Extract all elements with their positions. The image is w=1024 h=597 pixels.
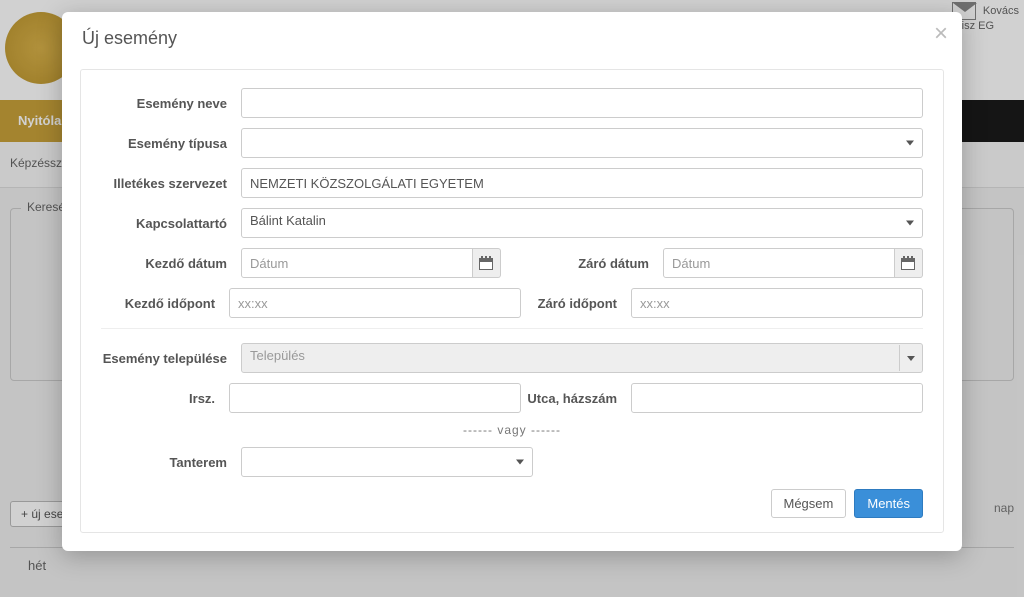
chevron-down-icon [906,141,914,146]
label-start-date: Kezdő dátum [101,256,241,271]
label-event-type: Esemény típusa [101,136,241,151]
start-date-picker-button[interactable] [473,248,501,278]
calendar-icon [901,256,915,270]
label-org: Illetékes szervezet [101,176,241,191]
modal-title: Új esemény [82,28,942,49]
label-street: Utca, házszám [521,391,631,406]
save-button[interactable]: Mentés [854,489,923,518]
calendar-icon [479,256,493,270]
label-end-date: Záró dátum [543,256,663,271]
form-panel: Esemény neve Esemény típusa Illetékes sz… [80,69,944,533]
modal-footer: Mégsem Mentés [101,489,923,518]
label-contact: Kapcsolattartó [101,216,241,231]
chevron-down-icon [516,460,524,465]
cancel-button[interactable]: Mégsem [771,489,847,518]
modal-header: Új esemény × [62,12,962,61]
close-icon[interactable]: × [934,22,948,46]
modal-overlay: Új esemény × Esemény neve Esemény típusa [0,0,1024,597]
street-input[interactable] [631,383,923,413]
label-town: Esemény települése [101,351,241,366]
label-event-name: Esemény neve [101,96,241,111]
end-date-input[interactable] [663,248,895,278]
contact-select[interactable]: Bálint Katalin [241,208,923,238]
or-separator: ------ vagy ------ [101,423,923,437]
start-date-input[interactable] [241,248,473,278]
org-input [241,168,923,198]
end-date-picker-button[interactable] [895,248,923,278]
label-start-time: Kezdő időpont [101,296,229,311]
label-end-time: Záró időpont [521,296,631,311]
event-type-select[interactable] [241,128,923,158]
label-room: Tanterem [101,455,241,470]
label-zip: Irsz. [101,391,229,406]
town-placeholder: Település [250,348,305,363]
combo-dropdown-button[interactable] [899,345,921,371]
town-select[interactable]: Település [241,343,923,373]
chevron-down-icon [907,356,915,361]
modal-body: Esemény neve Esemény típusa Illetékes sz… [62,61,962,551]
divider [101,328,923,329]
start-time-input[interactable] [229,288,521,318]
event-name-input[interactable] [241,88,923,118]
new-event-modal: Új esemény × Esemény neve Esemény típusa [62,12,962,551]
zip-input[interactable] [229,383,521,413]
contact-value: Bálint Katalin [250,213,326,228]
chevron-down-icon [906,221,914,226]
room-select[interactable] [241,447,533,477]
end-time-input[interactable] [631,288,923,318]
